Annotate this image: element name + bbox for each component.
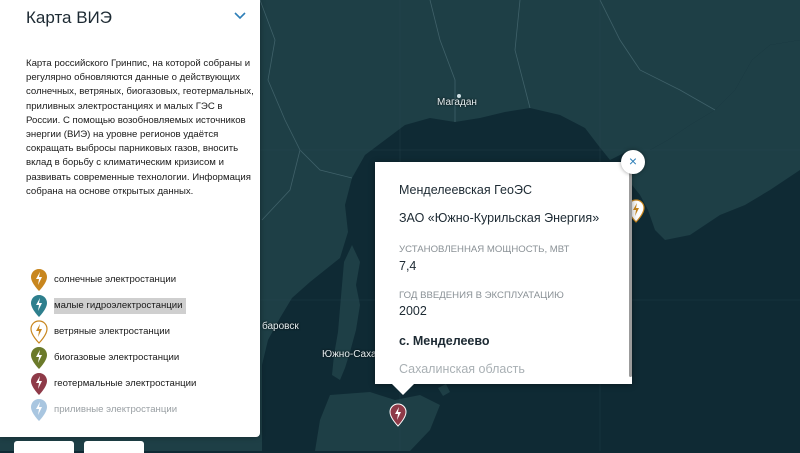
popup-pointer (391, 383, 415, 395)
legend-item-tidal[interactable]: приливные электростанции (26, 397, 256, 423)
station-owner: ЗАО «Южно-Курильская Энергия» (399, 211, 600, 225)
legend-label: солнечные электростанции (54, 274, 177, 285)
legend-item-geothermal[interactable]: геотермальные электростанции (26, 371, 256, 397)
info-panel: Карта ВИЭ Карта российского Гринпис, на … (0, 0, 260, 437)
bolt-pin-wind-icon (30, 320, 48, 344)
close-icon[interactable]: × (621, 150, 645, 174)
legend-item-biogas[interactable]: биогазовые электростанции (26, 345, 256, 371)
capacity-label: УСТАНОВЛЕННАЯ МОЩНОСТЬ, МВТ (399, 244, 570, 255)
panel-title: Карта ВИЭ (26, 8, 112, 27)
legend-item-solar[interactable]: солнечные электростанции (26, 267, 256, 293)
map-control-tab[interactable] (14, 441, 74, 453)
station-popup: Менделеевская ГеоЭС ЗАО «Южно-Курильская… (375, 162, 632, 384)
station-location: с. Менделеево (399, 334, 490, 348)
station-region: Сахалинская область (399, 362, 525, 376)
station-name: Менделеевская ГеоЭС (399, 183, 532, 197)
legend-item-wind[interactable]: ветряные электростанции (26, 319, 256, 345)
chevron-down-icon[interactable] (232, 8, 248, 24)
legend-item-hydro[interactable]: малые гидроэлектростанции (26, 293, 256, 319)
legend: солнечные электростанции малые гидроэлек… (26, 267, 256, 423)
legend-label: биогазовые электростанции (54, 352, 180, 363)
map-control-tab[interactable] (84, 441, 144, 453)
popup-scrollbar[interactable] (629, 167, 632, 377)
bolt-pin-geothermal-icon (31, 373, 47, 395)
panel-description: Карта российского Гринпис, на которой со… (26, 58, 254, 197)
legend-label: малые гидроэлектростанции (54, 298, 187, 314)
capacity-value: 7,4 (399, 259, 417, 273)
city-label-khabarovsk: баровск (262, 321, 299, 332)
legend-label: ветряные электростанции (54, 326, 170, 337)
city-label-magadan: Магадан (437, 97, 477, 108)
legend-label: геотермальные электростанции (54, 378, 197, 389)
bolt-pin-solar-icon (31, 269, 47, 291)
bolt-pin-hydro-icon (31, 295, 47, 317)
city-label-yuzhno-sakhalinsk: Южно-Саха (322, 349, 377, 360)
commission-year-label: ГОД ВВЕДЕНИЯ В ЭКСПЛУАТАЦИЮ (399, 290, 564, 301)
bolt-pin-biogas-icon (31, 347, 47, 369)
commission-year-value: 2002 (399, 304, 427, 318)
map-marker-geothermal-selected[interactable] (389, 403, 407, 427)
legend-label: приливные электростанции (54, 404, 178, 415)
bolt-pin-tidal-icon (31, 399, 47, 421)
